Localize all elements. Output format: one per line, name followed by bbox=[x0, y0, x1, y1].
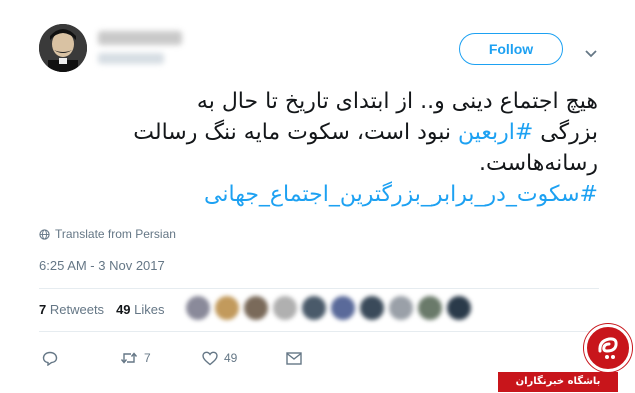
chevron-down-icon[interactable] bbox=[584, 44, 598, 58]
avatar[interactable] bbox=[39, 24, 87, 72]
liker-avatar[interactable] bbox=[186, 296, 210, 320]
user-display-name-redacted[interactable] bbox=[98, 31, 182, 45]
hashtag-link-arbaeen[interactable]: #اربعین bbox=[458, 120, 533, 145]
tweet-line-2: بزرگی #اربعین نبود است، سکوت مایه ننگ رس… bbox=[38, 117, 598, 148]
liker-avatar[interactable] bbox=[447, 296, 471, 320]
liker-avatar[interactable] bbox=[418, 296, 442, 320]
like-button[interactable]: 49 bbox=[202, 351, 286, 366]
avatar-portrait bbox=[39, 24, 87, 72]
heart-icon bbox=[202, 351, 218, 365]
watermark-label: باشگاه خبرنگاران bbox=[498, 372, 618, 392]
tweet-text-segment: رسانه‌هاست. bbox=[478, 151, 598, 176]
retweets-label: Retweets bbox=[49, 302, 105, 317]
liker-avatar[interactable] bbox=[273, 296, 297, 320]
watermark-logo: باشگاه خبرنگاران bbox=[498, 318, 635, 393]
envelope-icon bbox=[286, 351, 302, 365]
tweet-text: هیچ اجتماع دینی و.. از ابتدای تاریخ تا ح… bbox=[38, 86, 598, 210]
tweet-line-4: #سکوت_در_برابر_بزرگترین_اجتماع_جهانی bbox=[38, 179, 598, 210]
liker-avatar[interactable] bbox=[302, 296, 326, 320]
retweet-count: 7 bbox=[144, 351, 151, 365]
tweet-text-segment: هیچ اجتماع دینی و.. از ابتدای تاریخ تا ح… bbox=[196, 89, 598, 114]
liker-avatars bbox=[186, 296, 471, 324]
tweet-text-segment: بزرگی bbox=[533, 120, 598, 145]
retweet-button[interactable]: 7 bbox=[120, 351, 202, 365]
retweets-count: 7 bbox=[39, 302, 47, 317]
tweet-text-segment: نبود است، سکوت مایه ننگ رسالت bbox=[133, 120, 458, 145]
liker-avatar[interactable] bbox=[389, 296, 413, 320]
reply-button[interactable] bbox=[42, 351, 120, 366]
tweet-line-3: رسانه‌هاست. bbox=[38, 148, 598, 179]
translate-label: Translate from Persian bbox=[55, 227, 176, 241]
liker-avatar[interactable] bbox=[331, 296, 355, 320]
globe-icon bbox=[39, 228, 50, 240]
tweet-actions: 7 49 bbox=[42, 348, 302, 368]
liker-avatar[interactable] bbox=[244, 296, 268, 320]
retweets-stat[interactable]: 7 Retweets bbox=[39, 302, 104, 317]
likes-count: 49 bbox=[116, 302, 131, 317]
tweet-timestamp[interactable]: 6:25 AM - 3 Nov 2017 bbox=[39, 258, 165, 273]
like-count: 49 bbox=[224, 351, 238, 365]
user-handle-redacted[interactable] bbox=[98, 53, 164, 64]
translate-link[interactable]: Translate from Persian bbox=[39, 227, 176, 241]
tweet-line-1: هیچ اجتماع دینی و.. از ابتدای تاریخ تا ح… bbox=[38, 86, 598, 117]
likes-label: Likes bbox=[134, 302, 165, 317]
follow-button[interactable]: Follow bbox=[459, 33, 563, 65]
likes-stat[interactable]: 49 Likes bbox=[116, 302, 164, 317]
hashtag-link-silence[interactable]: #سکوت_در_برابر_بزرگترین_اجتماع_جهانی bbox=[204, 182, 598, 207]
liker-avatar[interactable] bbox=[360, 296, 384, 320]
divider bbox=[39, 288, 599, 289]
liker-avatar[interactable] bbox=[215, 296, 239, 320]
retweet-icon bbox=[120, 352, 138, 364]
direct-message-button[interactable] bbox=[286, 351, 302, 365]
reply-icon bbox=[42, 351, 58, 366]
watermark-emblem bbox=[584, 324, 632, 372]
engagement-stats: 7 Retweets 49 Likes bbox=[39, 302, 165, 317]
